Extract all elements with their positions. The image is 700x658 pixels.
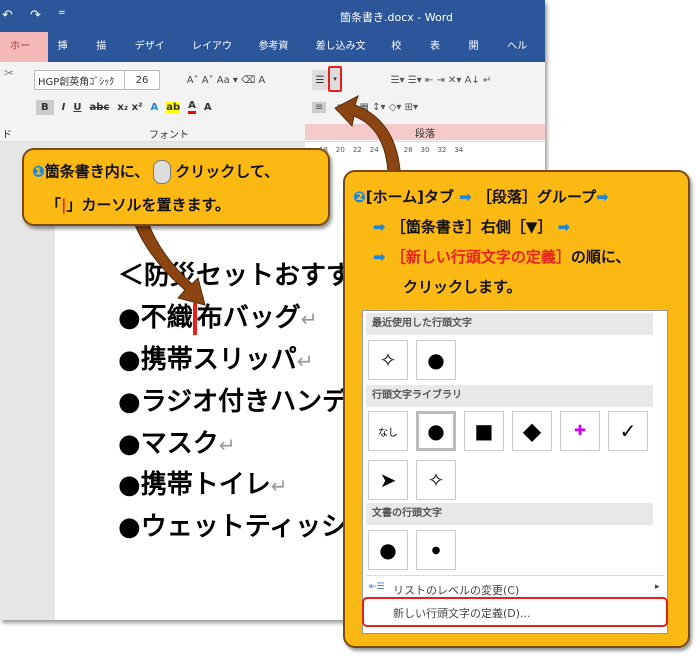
bullet-large-circle[interactable]: ● — [368, 530, 408, 570]
bullet-four-point-star[interactable]: ✧ — [368, 340, 408, 380]
list-level-icon: ⇤☰ — [369, 582, 385, 592]
bullet-black-diamond[interactable]: ◆ — [512, 411, 552, 451]
bullet-four-point-star[interactable]: ✧ — [416, 460, 456, 500]
menu-divider — [366, 575, 664, 576]
bullet-black-circle[interactable]: ● — [416, 340, 456, 380]
bullet-arrowhead[interactable]: ➤ — [368, 460, 408, 500]
submenu-arrow-icon: ▸ — [655, 582, 660, 592]
bullet-library-header: 行頭文字ライブラリ — [366, 385, 653, 407]
arrow-to-cursor — [134, 221, 206, 306]
recent-bullets-header: 最近使用した行頭文字 — [366, 313, 653, 335]
bullet-black-circle-selected[interactable]: ● — [416, 411, 456, 451]
callout-step1: ❶箇条書き内に、 クリックして、 「|」カーソルを置きます。 — [22, 148, 330, 226]
mouse-icon — [153, 160, 172, 184]
bullet-library-menu: 最近使用した行頭文字 ✧ ● 行頭文字ライブラリ なし ● ■ ◆ ✚ ✓ ➤ … — [362, 310, 668, 634]
document-bullets-header: 文書の行頭文字 — [366, 503, 653, 525]
change-list-level-item[interactable]: リストのレベルの変更(C) — [393, 582, 519, 598]
define-new-bullet-item[interactable]: 新しい行頭文字の定義(D)... — [393, 605, 531, 621]
bullet-none[interactable]: なし — [368, 411, 408, 451]
bullet-black-square[interactable]: ■ — [464, 411, 504, 451]
arrow-to-dropdown — [334, 94, 401, 173]
bullet-small-dot[interactable]: ● — [416, 530, 456, 570]
bullet-checkmark[interactable]: ✓ — [608, 411, 648, 451]
bullet-color-cross[interactable]: ✚ — [560, 411, 600, 451]
